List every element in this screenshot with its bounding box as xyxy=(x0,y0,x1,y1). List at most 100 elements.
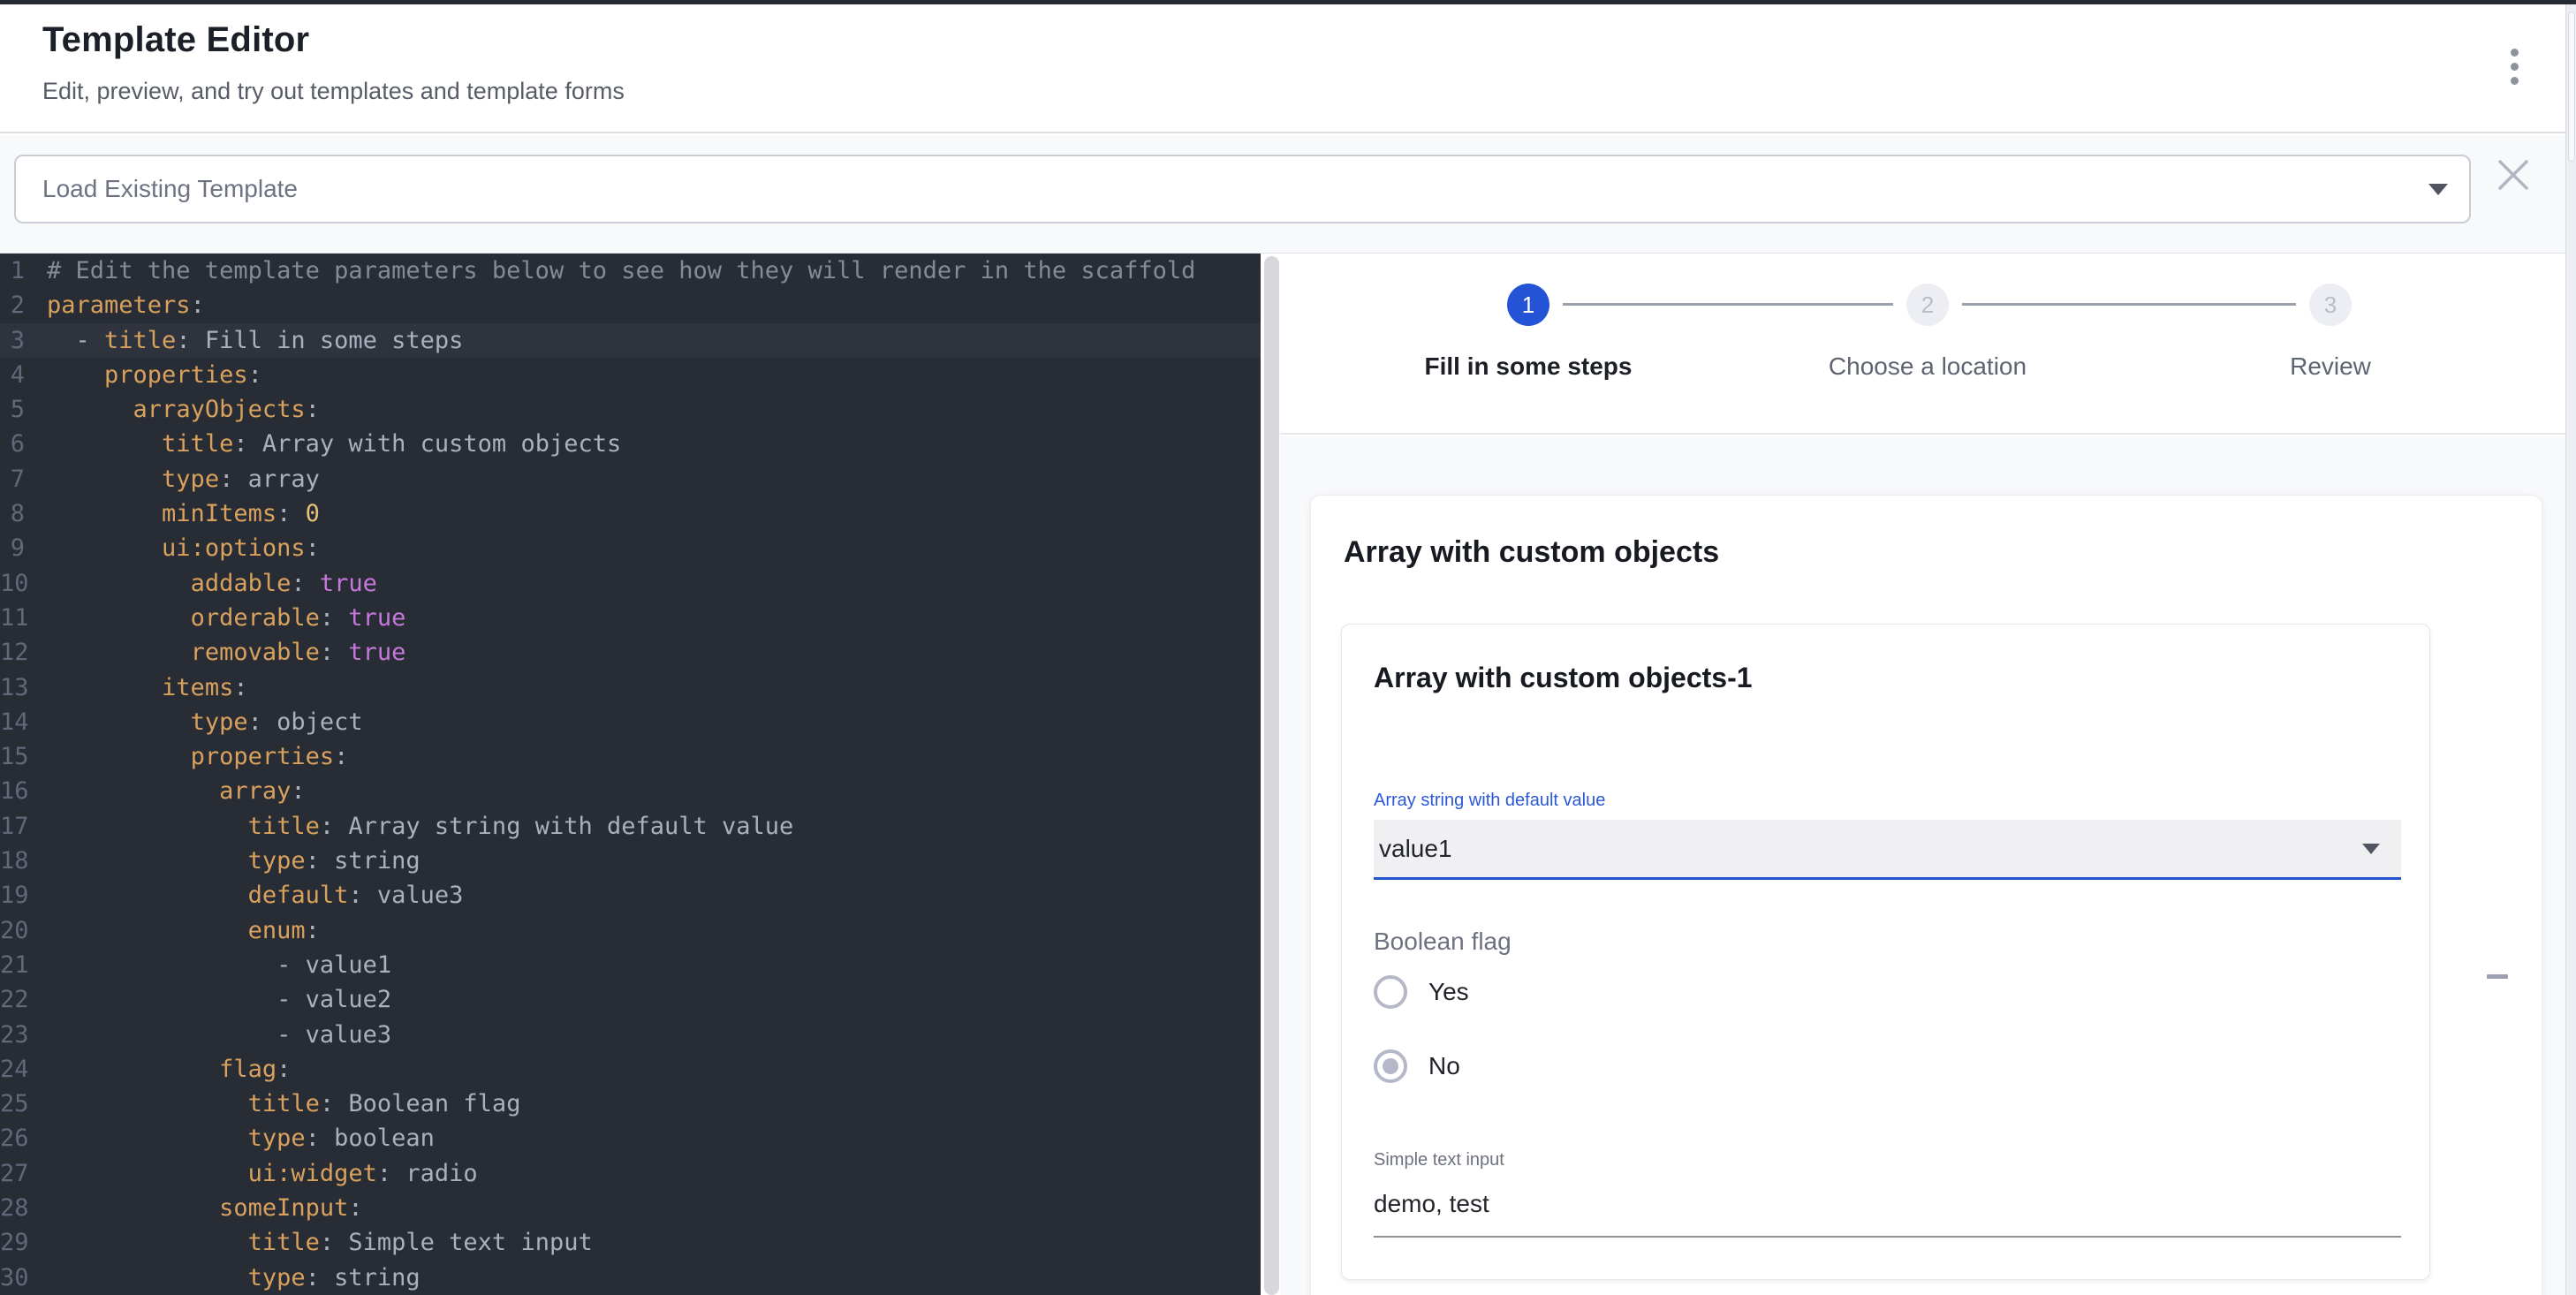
step-3-circle[interactable]: 3 xyxy=(2309,284,2352,326)
kebab-menu-icon xyxy=(2511,49,2519,57)
code-line-5[interactable]: 5 arrayObjects: xyxy=(0,392,1261,427)
step-1-label: Fill in some steps xyxy=(1369,352,1687,381)
array-item-card: Array with custom objects-1 Array string… xyxy=(1341,624,2430,1280)
step-connector xyxy=(1962,303,2296,306)
step-2-label: Choose a location xyxy=(1769,352,2087,381)
code-line-29[interactable]: 29 title: Simple text input xyxy=(0,1225,1261,1260)
text-field-label: Simple text input xyxy=(1374,1150,1504,1170)
enum-select-value: value1 xyxy=(1379,835,2362,863)
code-line-20[interactable]: 20 enum: xyxy=(0,913,1261,948)
code-line-13[interactable]: 13 items: xyxy=(0,670,1261,705)
line-number: 11 xyxy=(0,601,25,635)
line-number: 9 xyxy=(0,531,25,565)
step-2-circle[interactable]: 2 xyxy=(1906,284,1949,326)
line-number: 7 xyxy=(0,462,25,496)
line-number: 30 xyxy=(0,1261,25,1295)
line-number: 24 xyxy=(0,1052,25,1087)
load-template-placeholder: Load Existing Template xyxy=(42,175,2428,203)
code-line-18[interactable]: 18 type: string xyxy=(0,844,1261,878)
radio-option-yes[interactable]: Yes xyxy=(1374,975,1469,1009)
line-number: 8 xyxy=(0,496,25,531)
code-line-23[interactable]: 23 - value3 xyxy=(0,1018,1261,1052)
code-line-11[interactable]: 11 orderable: true xyxy=(0,601,1261,635)
code-line-17[interactable]: 17 title: Array string with default valu… xyxy=(0,809,1261,844)
enum-field-label: Array string with default value xyxy=(1374,791,1605,811)
yaml-code-editor[interactable]: 1# Edit the template parameters below to… xyxy=(0,254,1261,1295)
line-number: 12 xyxy=(0,635,25,670)
code-line-8[interactable]: 8 minItems: 0 xyxy=(0,496,1261,531)
code-line-22[interactable]: 22 - value2 xyxy=(0,982,1261,1017)
step-3-label: Review xyxy=(2171,352,2489,381)
more-options-button[interactable] xyxy=(2493,45,2535,87)
code-line-21[interactable]: 21 - value1 xyxy=(0,948,1261,982)
line-number: 18 xyxy=(0,844,25,878)
line-number: 15 xyxy=(0,739,25,774)
code-line-4[interactable]: 4 properties: xyxy=(0,358,1261,392)
line-number: 20 xyxy=(0,913,25,948)
line-number: 10 xyxy=(0,566,25,601)
chevron-down-icon xyxy=(2428,184,2448,195)
enum-select-field[interactable]: value1 xyxy=(1374,820,2401,880)
line-number: 1 xyxy=(0,254,25,288)
code-line-1[interactable]: 1# Edit the template parameters below to… xyxy=(0,254,1261,288)
page-scrollbar-thumb[interactable] xyxy=(2568,11,2575,162)
code-line-28[interactable]: 28 someInput: xyxy=(0,1191,1261,1225)
line-number: 23 xyxy=(0,1018,25,1052)
code-line-14[interactable]: 14 type: object xyxy=(0,705,1261,739)
editor-scrollbar-thumb[interactable] xyxy=(1264,256,1279,1295)
load-template-bar: Load Existing Template xyxy=(0,135,2576,254)
code-line-12[interactable]: 12 removable: true xyxy=(0,635,1261,670)
radio-option-no[interactable]: No xyxy=(1374,1049,1460,1083)
code-line-2[interactable]: 2parameters: xyxy=(0,288,1261,322)
code-line-7[interactable]: 7 type: array xyxy=(0,462,1261,496)
code-line-6[interactable]: 6 title: Array with custom objects xyxy=(0,427,1261,461)
code-line-15[interactable]: 15 properties: xyxy=(0,739,1261,774)
page-title: Template Editor xyxy=(42,20,309,60)
line-number: 25 xyxy=(0,1087,25,1121)
stepper: 1 2 3 Fill in some steps Choose a locati… xyxy=(1280,254,2565,435)
code-line-26[interactable]: 26 type: boolean xyxy=(0,1121,1261,1155)
line-number: 16 xyxy=(0,774,25,808)
line-number: 21 xyxy=(0,948,25,982)
remove-array-item-button[interactable] xyxy=(2476,945,2519,988)
array-section-card: Array with custom objects Array with cus… xyxy=(1310,495,2542,1295)
page-scrollbar[interactable] xyxy=(2565,4,2576,1295)
template-editor-screen: Template Editor Edit, preview, and try o… xyxy=(0,0,2576,1295)
page-header: Template Editor Edit, preview, and try o… xyxy=(0,4,2576,133)
line-number: 13 xyxy=(0,670,25,705)
array-section-title: Array with custom objects xyxy=(1344,535,1719,570)
code-line-19[interactable]: 19 default: value3 xyxy=(0,878,1261,913)
line-number: 29 xyxy=(0,1225,25,1260)
code-line-27[interactable]: 27 ui:widget: radio xyxy=(0,1156,1261,1191)
line-number: 22 xyxy=(0,982,25,1017)
line-number: 6 xyxy=(0,427,25,461)
code-line-16[interactable]: 16 array: xyxy=(0,774,1261,808)
line-number: 14 xyxy=(0,705,25,739)
step-1-circle[interactable]: 1 xyxy=(1507,284,1549,326)
code-line-10[interactable]: 10 addable: true xyxy=(0,566,1261,601)
line-number: 28 xyxy=(0,1191,25,1225)
line-number: 4 xyxy=(0,358,25,392)
radio-checked-icon[interactable] xyxy=(1374,1049,1407,1083)
line-number: 17 xyxy=(0,809,25,844)
editor-scrollbar[interactable] xyxy=(1261,254,1280,1295)
select-caret-icon xyxy=(2362,844,2380,854)
code-line-30[interactable]: 30 type: string xyxy=(0,1261,1261,1295)
clear-template-button[interactable] xyxy=(2489,150,2538,200)
boolean-field-label: Boolean flag xyxy=(1374,928,1512,956)
form-preview-area: Array with custom objects Array with cus… xyxy=(1280,436,2565,1295)
simple-text-input[interactable]: demo, test xyxy=(1374,1185,2401,1238)
page-subtitle: Edit, preview, and try out templates and… xyxy=(42,78,625,105)
step-connector xyxy=(1563,303,1893,306)
radio-unchecked-icon[interactable] xyxy=(1374,975,1407,1009)
code-line-24[interactable]: 24 flag: xyxy=(0,1052,1261,1087)
code-line-3[interactable]: 3 - title: Fill in some steps xyxy=(0,323,1261,358)
radio-yes-label: Yes xyxy=(1428,978,1469,1006)
radio-no-label: No xyxy=(1428,1052,1460,1080)
code-line-9[interactable]: 9 ui:options: xyxy=(0,531,1261,565)
line-number: 27 xyxy=(0,1156,25,1191)
preview-panel: 1 2 3 Fill in some steps Choose a locati… xyxy=(1280,254,2565,1295)
array-item-title: Array with custom objects-1 xyxy=(1374,662,1753,694)
code-line-25[interactable]: 25 title: Boolean flag xyxy=(0,1087,1261,1121)
load-existing-template-select[interactable]: Load Existing Template xyxy=(14,155,2471,223)
